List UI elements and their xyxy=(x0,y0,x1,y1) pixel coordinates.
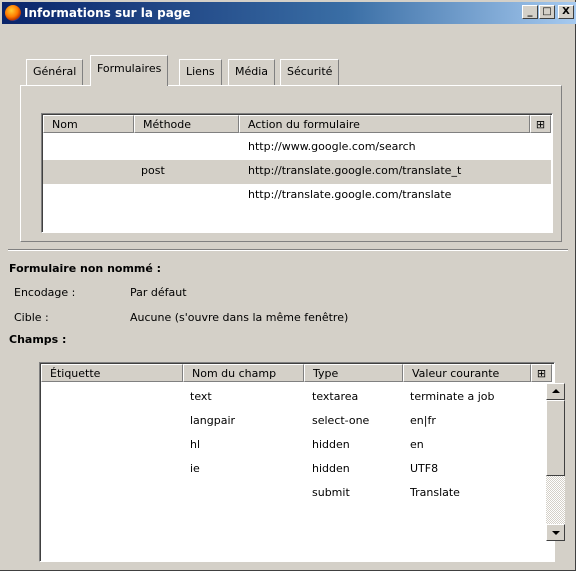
fields-scrollbar[interactable] xyxy=(546,383,565,541)
field-value-cell: en|fr xyxy=(410,414,436,427)
tab-forms[interactable]: Formulaires xyxy=(90,55,169,86)
form-action-cell: http://translate.google.com/translate_t xyxy=(248,164,462,177)
target-label: Cible : xyxy=(14,311,49,324)
field-name-cell: langpair xyxy=(190,414,236,427)
table-row[interactable]: text textarea terminate a job xyxy=(41,386,529,410)
column-header-field-name[interactable]: Nom du champ xyxy=(183,364,304,382)
column-header-action[interactable]: Action du formulaire xyxy=(239,115,530,133)
tab-panel-forms: Nom Méthode Action du formulaire ⊞ http:… xyxy=(20,85,562,242)
scroll-thumb[interactable] xyxy=(546,400,565,476)
firefox-icon xyxy=(5,5,21,21)
table-row[interactable]: ie hidden UTF8 xyxy=(41,458,529,482)
column-picker-icon[interactable]: ⊞ xyxy=(530,115,551,133)
table-row[interactable]: http://www.google.com/search xyxy=(43,136,551,160)
close-button[interactable]: X xyxy=(558,5,574,19)
window-title: Informations sur la page xyxy=(24,6,191,20)
field-type-cell: hidden xyxy=(312,462,350,475)
table-row[interactable]: post http://translate.google.com/transla… xyxy=(43,160,551,184)
target-value: Aucune (s'ouvre dans la même fenêtre) xyxy=(130,311,349,324)
fields-table[interactable]: Étiquette Nom du champ Type Valeur coura… xyxy=(39,362,565,562)
minimize-button[interactable]: _ xyxy=(522,5,538,19)
splitter[interactable] xyxy=(8,249,568,251)
arrow-up-icon xyxy=(552,389,560,393)
fields-heading: Champs : xyxy=(9,333,67,346)
arrow-down-icon xyxy=(552,531,560,535)
tab-media[interactable]: Média xyxy=(228,59,276,85)
field-name-cell: ie xyxy=(190,462,200,475)
field-value-cell: terminate a job xyxy=(410,390,495,403)
form-method-cell: post xyxy=(141,164,165,177)
column-header-label[interactable]: Étiquette xyxy=(41,364,183,382)
tab-links[interactable]: Liens xyxy=(179,59,222,85)
column-header-current-value[interactable]: Valeur courante xyxy=(403,364,531,382)
column-picker-icon[interactable]: ⊞ xyxy=(531,364,552,382)
field-type-cell: select-one xyxy=(312,414,370,427)
forms-table[interactable]: Nom Méthode Action du formulaire ⊞ http:… xyxy=(41,113,553,233)
field-name-cell: text xyxy=(190,390,212,403)
field-value-cell: UTF8 xyxy=(410,462,439,475)
title-bar[interactable]: Informations sur la page _ □ X xyxy=(2,2,576,24)
maximize-button[interactable]: □ xyxy=(539,5,555,19)
tab-general[interactable]: Général xyxy=(26,59,84,85)
field-value-cell: Translate xyxy=(410,486,460,499)
column-header-name[interactable]: Nom xyxy=(43,115,134,133)
page-info-window: Informations sur la page _ □ X Général F… xyxy=(0,0,576,571)
table-row[interactable]: submit Translate xyxy=(41,482,529,506)
scroll-up-button[interactable] xyxy=(546,383,565,400)
table-row[interactable]: hl hidden en xyxy=(41,434,529,458)
field-type-cell: hidden xyxy=(312,438,350,451)
tab-security[interactable]: Sécurité xyxy=(280,59,340,85)
form-action-cell: http://www.google.com/search xyxy=(248,140,416,153)
field-value-cell: en xyxy=(410,438,424,451)
encoding-value: Par défaut xyxy=(130,286,187,299)
scroll-down-button[interactable] xyxy=(546,524,565,541)
field-type-cell: textarea xyxy=(312,390,359,403)
form-heading: Formulaire non nommé : xyxy=(9,262,162,275)
table-row[interactable]: http://translate.google.com/translate xyxy=(43,184,551,208)
field-name-cell: hl xyxy=(190,438,201,451)
table-row[interactable]: langpair select-one en|fr xyxy=(41,410,529,434)
field-type-cell: submit xyxy=(312,486,350,499)
column-header-method[interactable]: Méthode xyxy=(134,115,239,133)
form-action-cell: http://translate.google.com/translate xyxy=(248,188,452,201)
encoding-label: Encodage : xyxy=(14,286,76,299)
column-header-type[interactable]: Type xyxy=(304,364,403,382)
